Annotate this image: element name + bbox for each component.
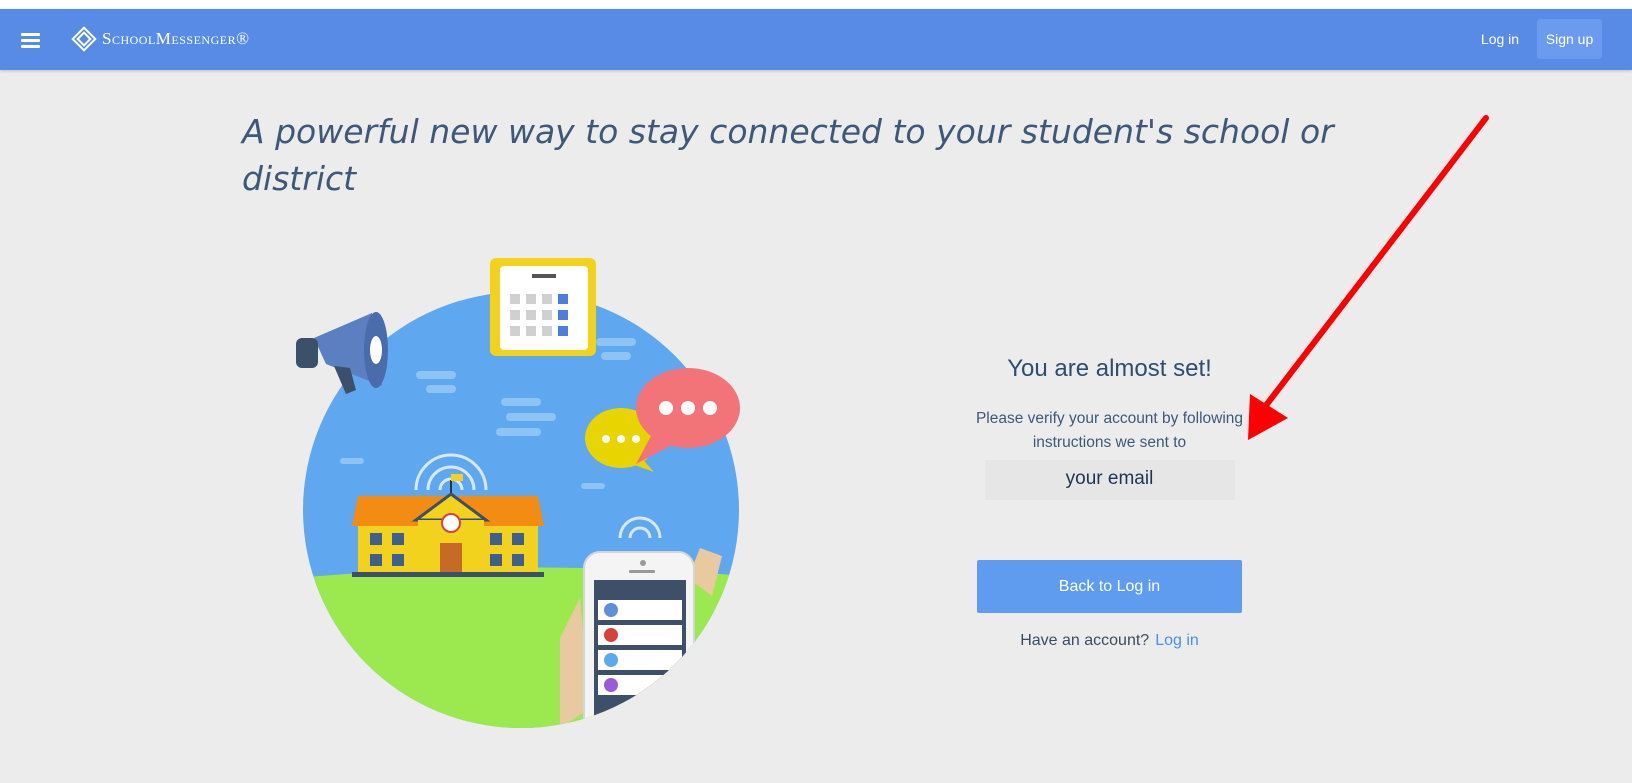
have-account-text: Have an account? xyxy=(1020,632,1150,649)
have-account-row: Have an account? Log in xyxy=(977,632,1242,650)
hamburger-menu-icon[interactable] xyxy=(21,33,40,48)
megaphone-icon xyxy=(296,312,388,394)
nav-login-link[interactable]: Log in xyxy=(1472,19,1528,59)
schoolmessenger-logo[interactable]: SchoolMessenger® xyxy=(70,24,250,54)
top-navbar: SchoolMessenger® Log in Sign up xyxy=(0,9,1632,70)
hero-illustration xyxy=(296,258,740,728)
verification-message: Please verify your account by following … xyxy=(975,410,1244,451)
logo-diamond-icon xyxy=(71,26,97,52)
verification-card: You are almost set! Please verify your a… xyxy=(967,345,1252,500)
nav-signup-button[interactable]: Sign up xyxy=(1537,19,1602,59)
page-headline: A powerful new way to stay connected to … xyxy=(242,112,1334,198)
back-to-login-button[interactable]: Back to Log in xyxy=(977,560,1242,613)
card-title: You are almost set! xyxy=(1007,355,1212,382)
brand-name: SchoolMessenger® xyxy=(102,29,250,48)
email-display: your email xyxy=(984,460,1235,500)
calendar-icon xyxy=(490,258,596,356)
login-link[interactable]: Log in xyxy=(1155,632,1199,649)
top-strip xyxy=(0,0,1632,9)
red-annotation-arrow-icon xyxy=(1248,115,1489,440)
